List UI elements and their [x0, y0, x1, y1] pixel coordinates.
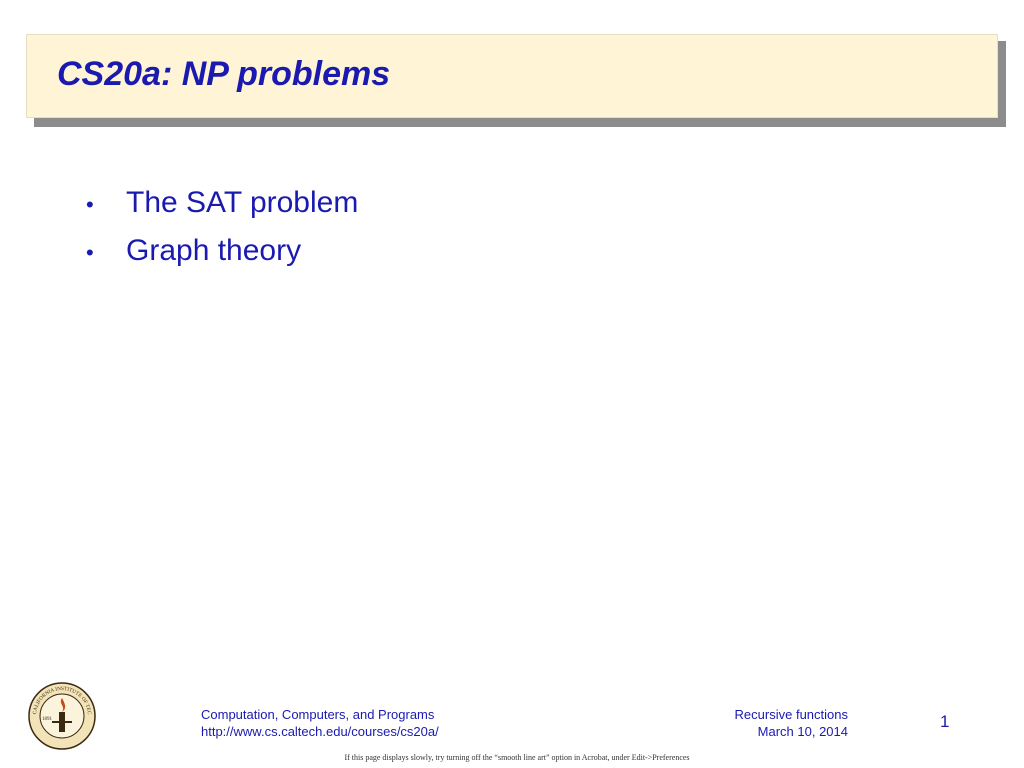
- svg-text:1891: 1891: [42, 717, 53, 722]
- slide: CS20a: NP problems • The SAT problem • G…: [0, 0, 1024, 768]
- slide-title: CS20a: NP problems: [57, 55, 391, 93]
- bullet-icon: •: [86, 192, 94, 217]
- bullet-label: Graph theory: [126, 234, 302, 267]
- footnote: If this page displays slowly, try turnin…: [344, 753, 690, 762]
- bullet-item: • Graph theory: [86, 234, 358, 282]
- bullet-icon: •: [86, 240, 94, 265]
- footer-section-info: Recursive functions March 10, 2014: [735, 706, 848, 740]
- footer-date: March 10, 2014: [757, 724, 848, 739]
- title-banner: CS20a: NP problems: [26, 34, 998, 118]
- bullet-label: The SAT problem: [126, 186, 359, 219]
- page-number: 1: [940, 712, 950, 731]
- footer-section-name: Recursive functions: [734, 707, 848, 722]
- footer-course-name: Computation, Computers, and Programs: [201, 707, 435, 722]
- bullet-item: • The SAT problem: [86, 186, 358, 234]
- bullet-list: • The SAT problem • Graph theory: [86, 186, 358, 282]
- footer-course-info: Computation, Computers, and Programs htt…: [201, 706, 439, 740]
- footer-course-url[interactable]: http://www.cs.caltech.edu/courses/cs20a/: [201, 723, 439, 740]
- caltech-seal-icon: 1891 CALIFORNIA INSTITUTE OF TECHNOLOGY: [28, 682, 96, 750]
